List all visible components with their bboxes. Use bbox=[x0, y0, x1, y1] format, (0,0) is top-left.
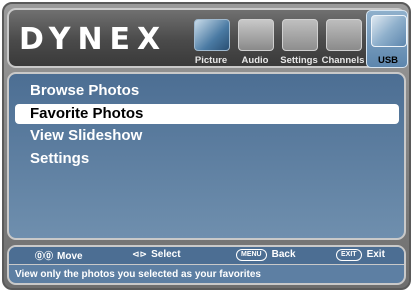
hint-back: MENU Back bbox=[236, 249, 296, 261]
hint-select: ⊲⊳ Select bbox=[132, 249, 181, 260]
left-right-arrows-icon: ⊲⊳ bbox=[132, 249, 148, 259]
menu-item-favorite-photos[interactable]: Favorite Photos bbox=[15, 104, 399, 124]
hint-exit-label: Exit bbox=[366, 249, 385, 260]
menu-item-view-slideshow[interactable]: View Slideshow bbox=[15, 126, 399, 146]
footer-panel: ⓪⓪ Move ⊲⊳ Select MENU Back EXIT Exit View o… bbox=[7, 245, 406, 285]
button-hints-bar: ⓪⓪ Move ⊲⊳ Select MENU Back EXIT Exit bbox=[9, 247, 404, 265]
tab-usb[interactable]: USB bbox=[366, 10, 408, 68]
audio-icon bbox=[238, 19, 274, 51]
menu-key-icon: MENU bbox=[236, 249, 267, 261]
usb-menu-panel: Browse Photos Favorite Photos View Slide… bbox=[7, 72, 406, 240]
tab-audio[interactable]: Audio bbox=[234, 15, 276, 66]
menu-header: DYNEX Picture Audio Settings Channels US… bbox=[7, 8, 408, 68]
hint-exit: EXIT Exit bbox=[336, 249, 385, 261]
item-description: View only the photos you selected as you… bbox=[15, 269, 261, 280]
hint-back-label: Back bbox=[271, 249, 296, 260]
dynex-logo: DYNEX bbox=[19, 22, 168, 57]
tab-channels[interactable]: Channels bbox=[322, 15, 364, 66]
menu-item-browse-photos[interactable]: Browse Photos bbox=[15, 81, 399, 101]
usb-icon bbox=[371, 15, 407, 47]
hint-select-label: Select bbox=[151, 249, 181, 260]
exit-key-icon: EXIT bbox=[336, 249, 362, 261]
hint-move-label: Move bbox=[57, 251, 83, 262]
up-down-arrows-icon: ⓪⓪ bbox=[35, 251, 54, 261]
tab-usb-label: USB bbox=[377, 55, 399, 66]
picture-icon bbox=[194, 19, 230, 51]
hint-move: ⓪⓪ Move bbox=[35, 249, 83, 262]
channels-icon bbox=[326, 19, 362, 51]
settings-icon bbox=[282, 19, 318, 51]
menu-item-settings[interactable]: Settings bbox=[15, 149, 399, 169]
tab-picture[interactable]: Picture bbox=[190, 15, 232, 66]
tab-settings[interactable]: Settings bbox=[278, 15, 320, 66]
